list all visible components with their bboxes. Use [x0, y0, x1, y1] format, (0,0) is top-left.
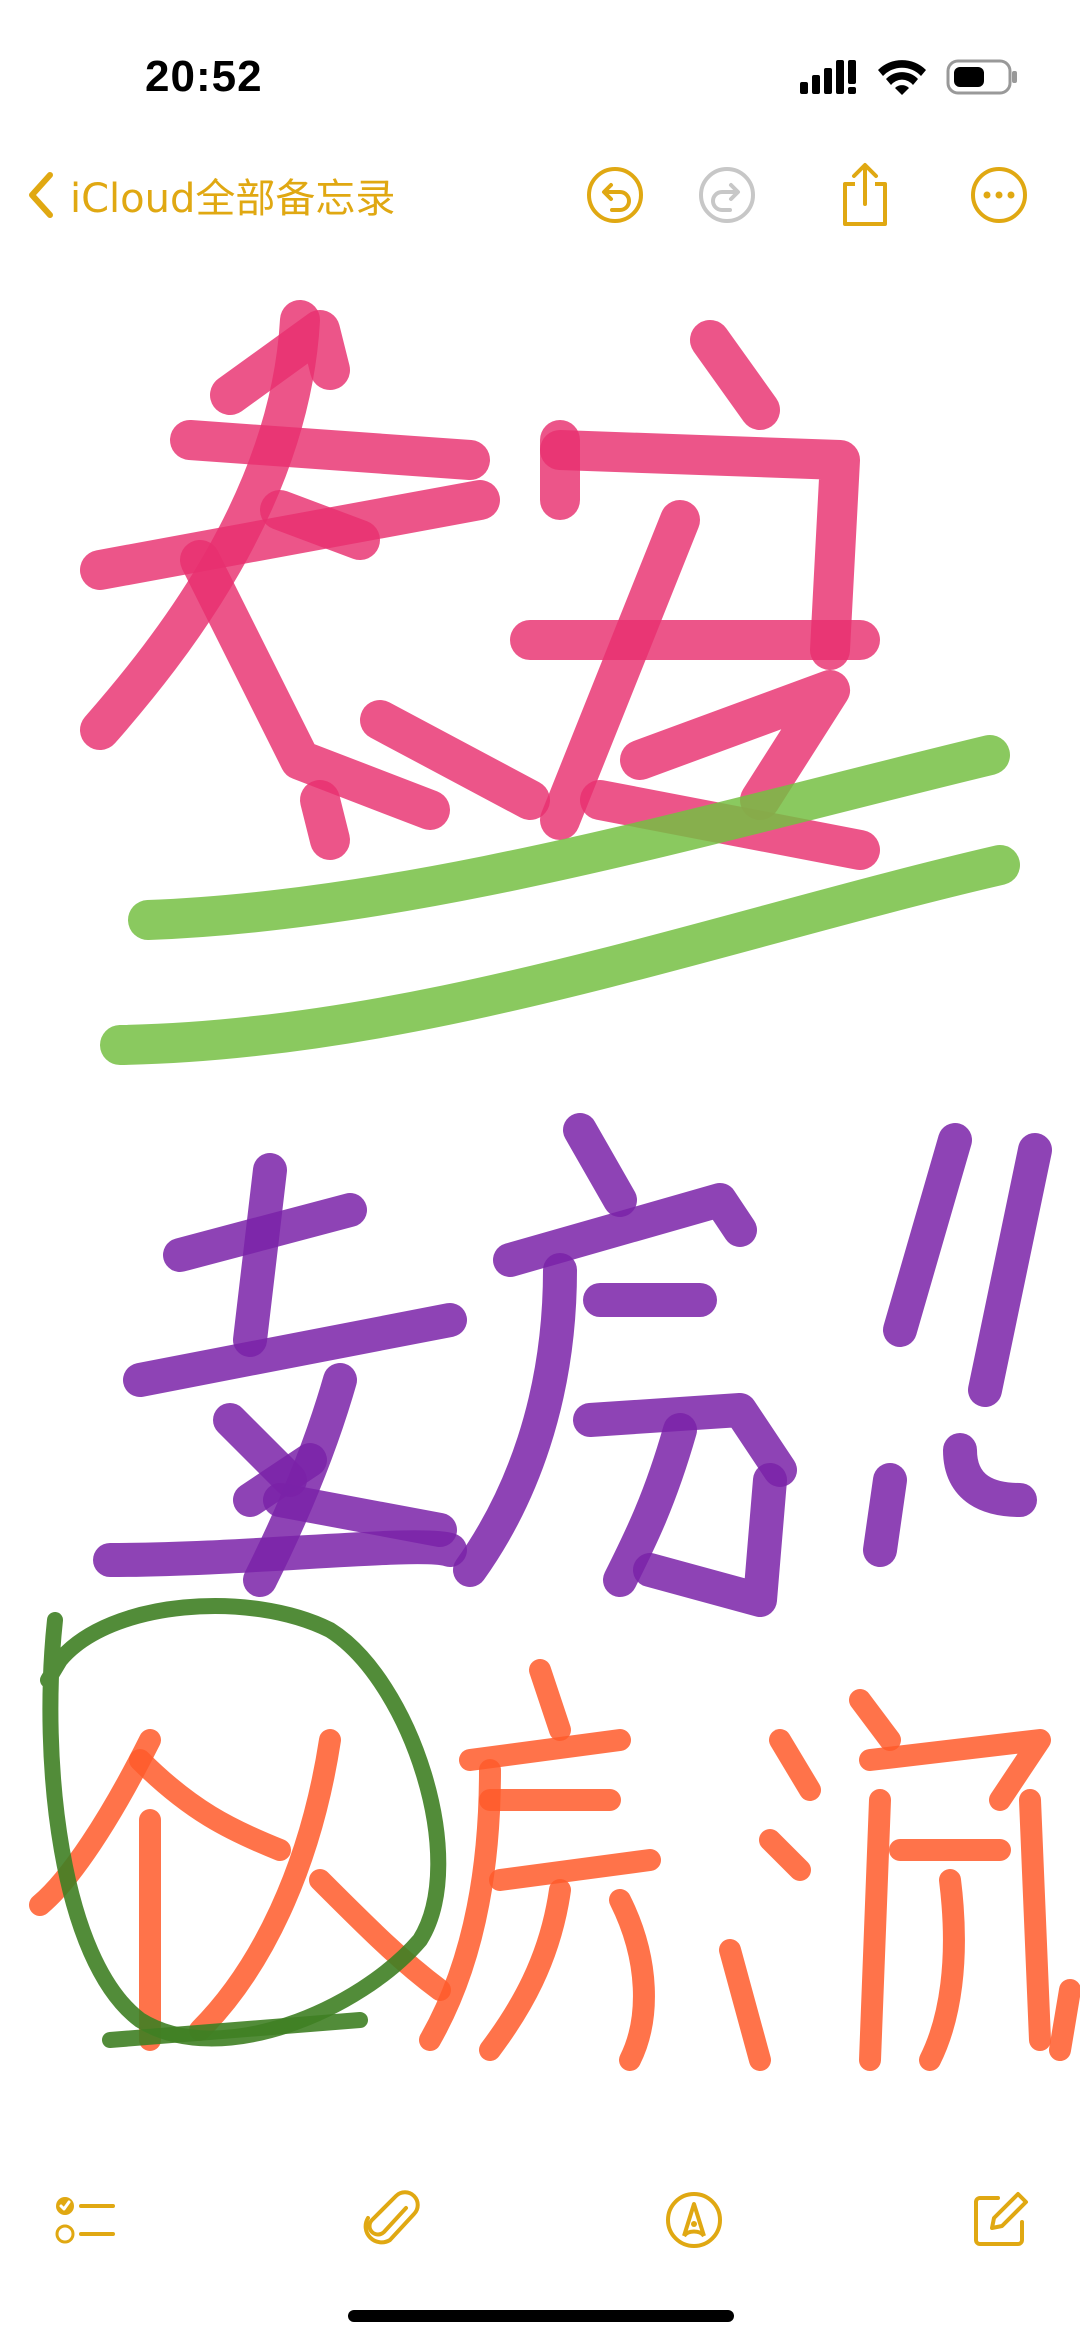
share-icon: [843, 163, 887, 226]
checklist-icon: [55, 2197, 115, 2244]
status-time: 20:52: [145, 52, 263, 101]
status-bar: 20:52: [0, 0, 1080, 150]
undo-icon: [587, 167, 643, 223]
back-label: iCloud全部备忘录: [70, 176, 396, 222]
compose-button[interactable]: [960, 2180, 1040, 2260]
status-icons: [800, 58, 1020, 98]
redo-button[interactable]: [692, 160, 762, 230]
nav-bar: iCloud全部备忘录: [0, 150, 1080, 270]
wifi-icon: [878, 60, 926, 95]
pen-tip-icon: [666, 2192, 722, 2248]
share-button[interactable]: [830, 160, 900, 230]
ellipsis-circle-icon: [971, 167, 1027, 223]
markup-button[interactable]: [654, 2180, 734, 2260]
redo-icon: [699, 167, 755, 223]
undo-button[interactable]: [580, 160, 650, 230]
checklist-button[interactable]: [45, 2180, 125, 2260]
attach-button[interactable]: [352, 2180, 432, 2260]
compose-icon: [974, 2192, 1028, 2246]
bottom-toolbar: [0, 2170, 1080, 2270]
paperclip-icon: [363, 2190, 420, 2245]
handwriting-taian: [80, 300, 880, 870]
drawing-canvas[interactable]: [0, 270, 1080, 2120]
handwriting-maifang: [93, 1113, 1052, 1617]
back-button[interactable]: iCloud全部备忘录: [26, 160, 395, 230]
chevron-left-icon: [29, 172, 53, 218]
handwriting-gerenfangyuan: [29, 1659, 1080, 2071]
more-button[interactable]: [964, 160, 1034, 230]
battery-icon: [946, 59, 1017, 95]
home-indicator[interactable]: [348, 2310, 734, 2322]
cellular-signal-icon: [800, 60, 856, 94]
